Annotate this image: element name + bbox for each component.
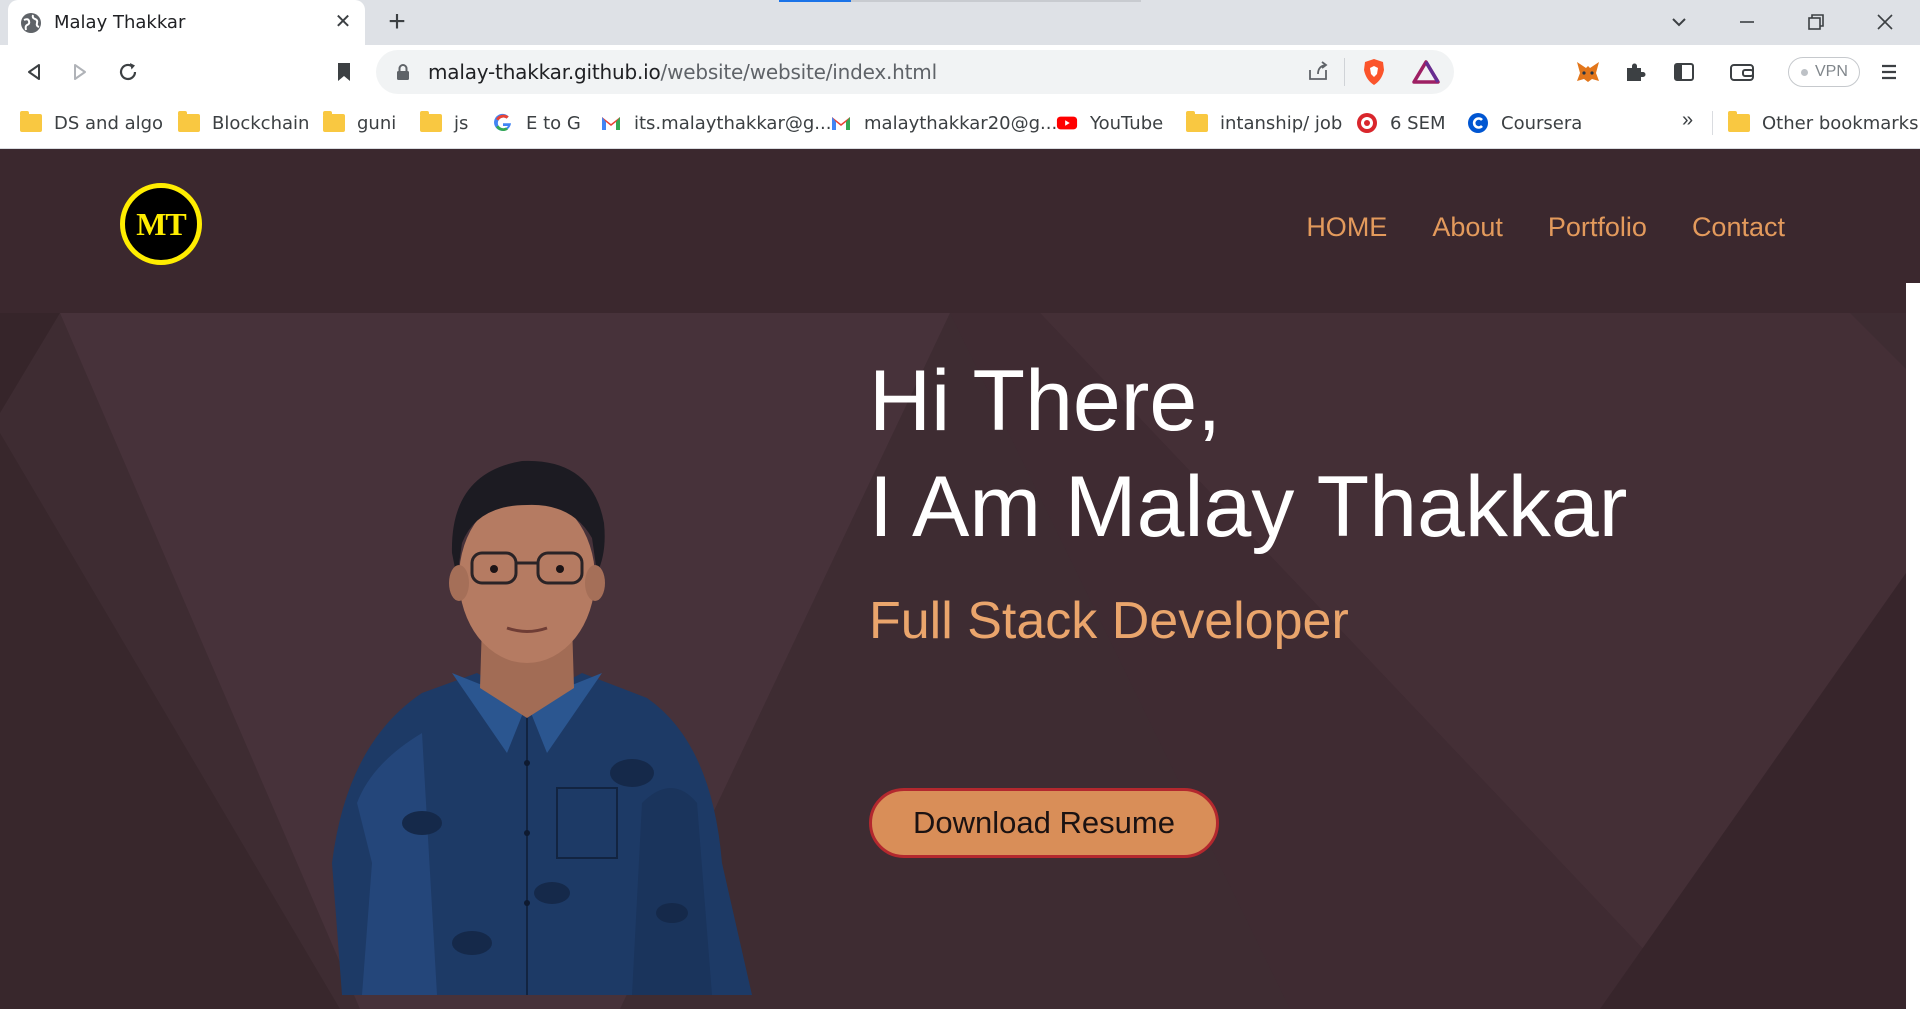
bookmark-youtube[interactable]: YouTube	[1056, 109, 1163, 137]
bookmark-6-sem[interactable]: 6 SEM	[1356, 109, 1446, 137]
minimize-icon[interactable]	[1727, 7, 1767, 37]
bookmark-label: E to G	[526, 112, 581, 134]
tab-search-icon[interactable]	[1659, 7, 1699, 37]
page-scrollbar[interactable]	[1906, 283, 1920, 1009]
brave-shields-icon[interactable]	[1362, 58, 1386, 91]
extensions-icon[interactable]	[1619, 56, 1651, 88]
download-resume-button[interactable]: Download Resume	[869, 788, 1219, 858]
bookmark-internship-job[interactable]: intanship/ job	[1186, 109, 1342, 137]
loading-indicator	[779, 0, 1141, 2]
nav-home[interactable]: HOME	[1306, 212, 1387, 243]
folder-icon	[178, 111, 200, 134]
share-icon[interactable]	[1306, 60, 1330, 87]
back-icon[interactable]	[18, 56, 50, 88]
profile-photo	[332, 460, 752, 995]
youtube-icon	[1056, 112, 1078, 134]
bookmark-label: YouTube	[1090, 112, 1164, 134]
bookmark-e-to-g[interactable]: E to G	[492, 109, 581, 137]
hero-role: Full Stack Developer	[869, 592, 1349, 650]
nav-contact[interactable]: Contact	[1692, 212, 1785, 243]
browser-tab[interactable]: Malay Thakkar ✕	[8, 0, 365, 45]
bookmark-icon[interactable]	[328, 56, 360, 88]
bookmark-blockchain[interactable]: Blockchain	[178, 109, 309, 137]
bookmark-label: 6 SEM	[1390, 112, 1446, 134]
url-host: malay-thakkar.github.io	[428, 60, 661, 84]
nav-about[interactable]: About	[1432, 212, 1503, 243]
hero-greeting: Hi There,	[869, 353, 1222, 449]
close-tab-icon[interactable]: ✕	[331, 10, 355, 34]
site-header: MT HOME About Portfolio Contact	[0, 150, 1920, 313]
folder-icon	[1186, 111, 1208, 134]
university-icon	[1356, 112, 1378, 134]
gmail-icon	[600, 112, 622, 134]
coursera-icon	[1467, 112, 1489, 134]
new-tab-button[interactable]: +	[383, 7, 411, 37]
bookmarks-overflow-icon[interactable]: »	[1682, 109, 1693, 132]
bookmark-js[interactable]: js	[420, 109, 468, 137]
bookmark-label: Other bookmarks	[1762, 112, 1919, 134]
google-icon	[492, 112, 514, 134]
site-nav: HOME About Portfolio Contact	[1306, 212, 1785, 243]
folder-icon	[323, 111, 345, 134]
folder-icon	[20, 111, 42, 134]
sidebar-icon[interactable]	[1668, 56, 1700, 88]
vpn-button[interactable]: VPN	[1788, 57, 1860, 87]
bookmark-label: DS and algo	[54, 112, 164, 134]
address-bar[interactable]: malay-thakkar.github.io/website/website/…	[376, 50, 1454, 94]
url-text: malay-thakkar.github.io/website/website/…	[428, 60, 937, 84]
tab-strip: Malay Thakkar ✕ +	[0, 0, 1920, 45]
forward-icon[interactable]	[64, 56, 96, 88]
tab-title: Malay Thakkar	[54, 12, 186, 33]
folder-icon	[420, 111, 442, 134]
restore-icon[interactable]	[1796, 7, 1836, 37]
nav-portfolio[interactable]: Portfolio	[1548, 212, 1647, 243]
bookmark-guni[interactable]: guni	[323, 109, 396, 137]
bookmark-label: Coursera	[1501, 112, 1583, 134]
web-page: MT HOME About Portfolio Contact Hi There…	[0, 150, 1920, 1009]
bookmark-ds-and-algo[interactable]: DS and algo	[20, 109, 163, 137]
bookmark-gmail-its[interactable]: its.malaythakkar@g...	[600, 109, 831, 137]
bookmark-label: Blockchain	[212, 112, 310, 134]
reload-icon[interactable]	[112, 56, 144, 88]
metamask-icon[interactable]	[1572, 56, 1604, 88]
vpn-label: VPN	[1815, 63, 1848, 80]
bookmarks-bar: DS and algo Blockchain guni js E to G it…	[0, 99, 1920, 149]
folder-icon	[1728, 111, 1750, 134]
wallet-icon[interactable]	[1726, 56, 1758, 88]
bookmark-label: guni	[357, 112, 397, 134]
vpn-status-dot	[1801, 69, 1808, 76]
bookmarks-divider	[1712, 111, 1713, 135]
menu-icon[interactable]	[1873, 56, 1905, 88]
bookmark-label: malaythakkar20@g...	[864, 112, 1058, 134]
hero-section: Hi There, I Am Malay Thakkar Full Stack …	[0, 313, 1920, 1009]
globe-icon	[21, 13, 41, 33]
bookmark-label: intanship/ job	[1220, 112, 1343, 134]
other-bookmarks[interactable]: Other bookmarks	[1728, 109, 1918, 137]
bookmark-label: js	[454, 112, 469, 134]
logo-text: MT	[136, 205, 187, 242]
bookmark-label: its.malaythakkar@g...	[634, 112, 832, 134]
lock-icon	[397, 64, 409, 80]
logo[interactable]: MT	[120, 183, 202, 265]
bookmark-coursera[interactable]: Coursera	[1467, 109, 1582, 137]
bookmark-gmail-malay[interactable]: malaythakkar20@g...	[830, 109, 1057, 137]
close-window-icon[interactable]	[1865, 7, 1905, 37]
brave-rewards-icon[interactable]	[1412, 60, 1440, 89]
gmail-icon	[830, 112, 852, 134]
hero-name: I Am Malay Thakkar	[869, 459, 1628, 555]
browser-toolbar: malay-thakkar.github.io/website/website/…	[0, 45, 1920, 99]
url-path: /website/website/index.html	[660, 60, 938, 84]
